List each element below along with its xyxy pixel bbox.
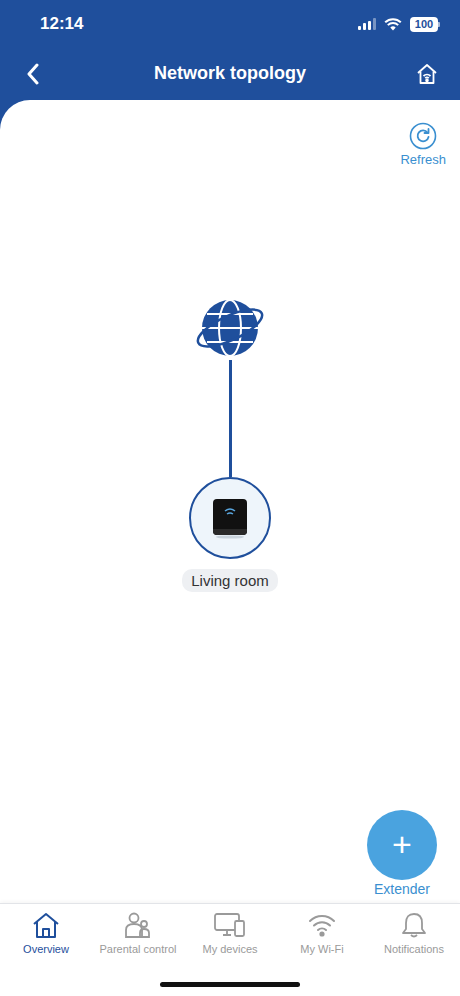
app-screen: 12:14 100 Network topology — [0, 0, 460, 996]
home-indicator — [160, 982, 300, 987]
home-icon — [31, 911, 61, 939]
status-bar: 12:14 100 — [0, 0, 460, 48]
header-title: Network topology — [154, 63, 306, 85]
tab-bar: Overview Parental control My devices My Wi-… — [0, 903, 460, 996]
home-network-icon[interactable] — [412, 59, 442, 89]
tab-label: Parental control — [99, 943, 176, 956]
tab-item[interactable]: Parental control — [92, 904, 184, 956]
internet-globe-icon — [194, 296, 266, 360]
header-bar: Network topology — [0, 48, 460, 100]
tab-label: Overview — [23, 943, 69, 956]
back-icon[interactable] — [18, 59, 48, 89]
status-time: 12:14 — [40, 14, 83, 34]
wifi-icon — [307, 911, 337, 939]
router-icon — [189, 477, 271, 559]
refresh-button[interactable]: Refresh — [400, 122, 446, 168]
tab-label: Notifications — [384, 943, 444, 956]
tab-item[interactable]: My Wi-Fi — [276, 904, 368, 956]
signal-icon — [358, 18, 376, 30]
tab-item[interactable]: My devices — [184, 904, 276, 956]
tab-item[interactable]: Overview — [0, 904, 92, 956]
refresh-label: Refresh — [400, 152, 446, 168]
topology-panel: Refresh Living room + Extender — [0, 100, 460, 903]
router-node[interactable]: Living room — [182, 477, 278, 593]
battery-level: 100 — [410, 17, 438, 32]
connection-line — [229, 360, 232, 477]
tab-item[interactable]: Notifications — [368, 904, 460, 956]
tab-label: My Wi-Fi — [300, 943, 343, 956]
topology-diagram: Living room — [0, 296, 460, 593]
tab-label: My devices — [202, 943, 257, 956]
refresh-icon — [409, 122, 437, 150]
battery-icon: 100 — [410, 17, 440, 32]
node-label: Living room — [182, 569, 278, 593]
add-extender-button[interactable]: + — [367, 810, 437, 880]
add-extender-label: Extender — [374, 881, 430, 898]
devices-icon — [213, 911, 247, 939]
parental-control-icon — [123, 911, 153, 939]
wifi-status-icon — [384, 18, 402, 31]
bell-icon — [399, 911, 429, 939]
